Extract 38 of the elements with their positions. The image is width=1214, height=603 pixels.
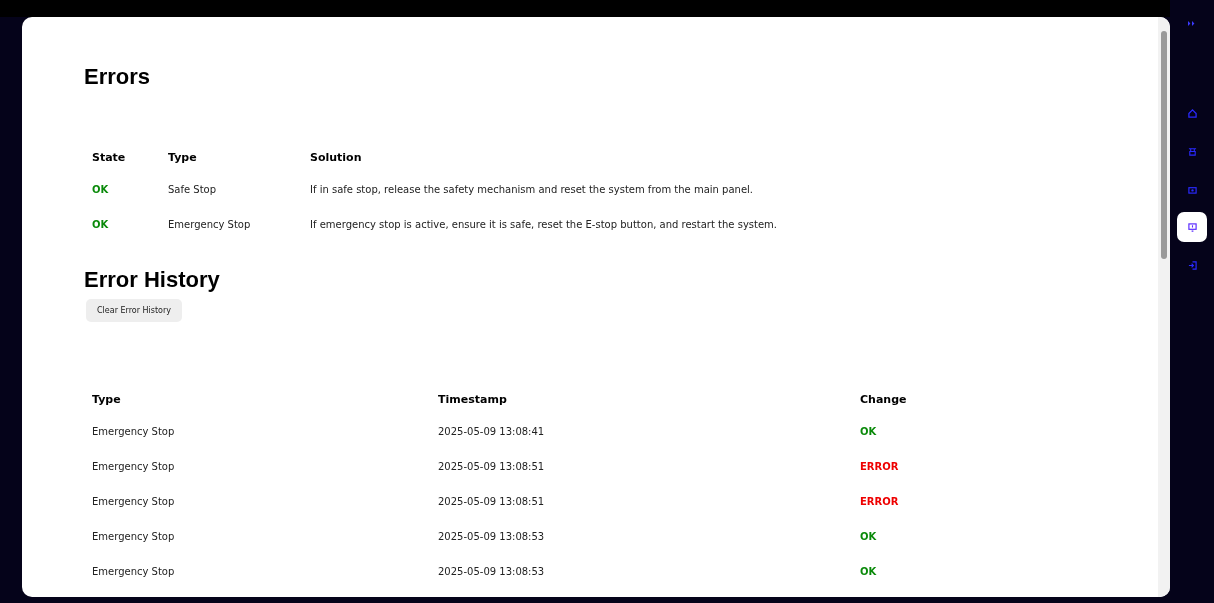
column-header: Type bbox=[167, 149, 198, 166]
camera-icon bbox=[1187, 184, 1197, 194]
change-cell-text: OK bbox=[859, 425, 878, 439]
section-title: Error History bbox=[84, 267, 221, 293]
table-cell-text: Emergency Stop bbox=[91, 495, 176, 509]
table-cell-text: If in safe stop, release the safety mechanism and reset the system from the main panel. bbox=[309, 183, 754, 197]
sign-out-icon bbox=[1187, 260, 1197, 270]
sidebar-item[interactable] bbox=[1177, 212, 1207, 242]
scrollbar[interactable] bbox=[1158, 17, 1170, 597]
robot-icon bbox=[1187, 146, 1197, 156]
table-cell-text: Safe Stop bbox=[167, 183, 218, 197]
home-icon bbox=[1187, 108, 1197, 118]
section-title: Errors bbox=[84, 64, 152, 90]
expand-icon[interactable] bbox=[1188, 21, 1196, 26]
change-cell-text: ERROR bbox=[859, 495, 900, 509]
state-cell-text: OK bbox=[91, 183, 110, 197]
table-cell-text: Emergency Stop bbox=[91, 460, 176, 474]
table-cell-text: Emergency Stop bbox=[91, 425, 176, 439]
clear-history-button[interactable]: Clear Error History bbox=[86, 299, 182, 322]
column-header: State bbox=[91, 149, 127, 166]
column-header: Change bbox=[859, 391, 908, 408]
table-cell-text: 2025-05-09 13:08:53 bbox=[437, 530, 546, 544]
table-cell-text: 2025-05-09 13:08:41 bbox=[437, 425, 546, 439]
table-cell-text: 2025-05-09 13:08:51 bbox=[437, 495, 546, 509]
change-cell-text: OK bbox=[859, 530, 878, 544]
column-header: Type bbox=[91, 391, 122, 408]
table-cell-text: Emergency Stop bbox=[167, 218, 252, 232]
table-cell-text: Emergency Stop bbox=[91, 530, 176, 544]
change-cell-text: OK bbox=[859, 565, 878, 579]
table-cell-text: 2025-05-09 13:08:51 bbox=[437, 460, 546, 474]
state-cell-text: OK bbox=[91, 218, 110, 232]
column-header: Timestamp bbox=[437, 391, 508, 408]
table-cell-text: 2025-05-09 13:08:53 bbox=[437, 565, 546, 579]
table-cell-text: If emergency stop is active, ensure it is safe, reset the E-stop button, and restart the system. bbox=[309, 218, 778, 232]
change-cell-text: ERROR bbox=[859, 460, 900, 474]
table-cell-text: Emergency Stop bbox=[91, 565, 176, 579]
alert-icon bbox=[1187, 222, 1197, 232]
column-header: Solution bbox=[309, 149, 363, 166]
